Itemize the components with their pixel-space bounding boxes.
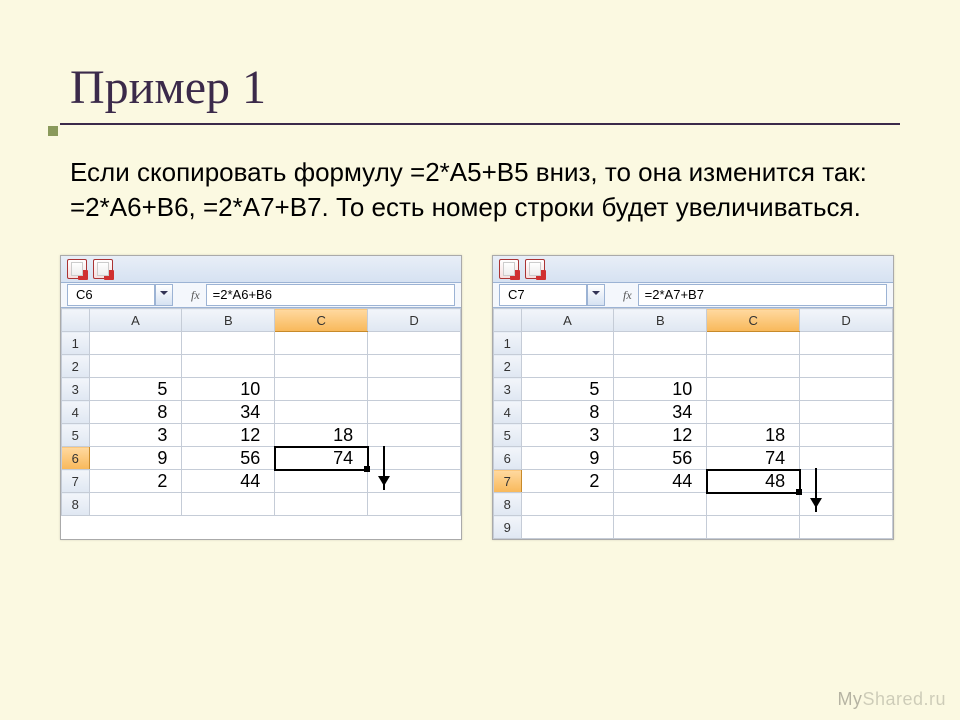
col-header[interactable]: B [614,309,707,332]
cell[interactable]: 8 [521,401,614,424]
title-rule [60,123,900,125]
cell[interactable]: 34 [614,401,707,424]
pdf-icon [93,259,113,279]
row-header[interactable]: 8 [62,493,90,516]
formula-input[interactable]: =2*A7+B7 [638,284,887,306]
spreadsheet-grid[interactable]: A B C D 1 2 3510 4834 531218 695674 7244… [61,308,461,516]
cell[interactable]: 44 [614,470,707,493]
slide-body-text: Если скопировать формулу =2*А5+В5 вниз, … [70,155,900,225]
watermark: MyShared.ru [837,689,946,710]
row-header[interactable]: 9 [494,516,522,539]
row-header[interactable]: 8 [494,493,522,516]
row-header-selected[interactable]: 7 [494,470,522,493]
down-arrow-icon [815,468,817,512]
cell[interactable]: 12 [614,424,707,447]
col-header[interactable]: A [521,309,614,332]
spreadsheet-grid[interactable]: A B C D 1 2 3510 4834 531218 695674 7244… [493,308,893,539]
cell[interactable]: 44 [182,470,275,493]
cell[interactable]: 2 [521,470,614,493]
name-box-dropdown[interactable] [155,284,173,306]
row-header[interactable]: 3 [62,378,90,401]
cell[interactable]: 10 [182,378,275,401]
cell[interactable]: 5 [89,378,182,401]
selected-cell[interactable]: 74 [275,447,368,470]
row-header[interactable]: 2 [62,355,90,378]
down-arrow-icon [383,446,385,490]
pdf-icon [525,259,545,279]
col-header[interactable]: B [182,309,275,332]
row-header[interactable]: 5 [494,424,522,447]
col-header-selected[interactable]: C [707,309,800,332]
row-header[interactable]: 5 [62,424,90,447]
row-header[interactable]: 1 [494,332,522,355]
row-header[interactable]: 4 [62,401,90,424]
row-header[interactable]: 6 [494,447,522,470]
selected-cell[interactable]: 48 [707,470,800,493]
formula-input[interactable]: =2*A6+B6 [206,284,455,306]
excel-toolbar [493,256,893,283]
fx-label[interactable]: fx [191,288,200,303]
cell[interactable]: 74 [707,447,800,470]
watermark-right: Shared.ru [862,689,946,709]
cell[interactable]: 56 [182,447,275,470]
cell[interactable]: 9 [521,447,614,470]
cell[interactable]: 34 [182,401,275,424]
cell[interactable]: 3 [89,424,182,447]
select-all-cell[interactable] [62,309,90,332]
row-header[interactable]: 2 [494,355,522,378]
cell[interactable]: 10 [614,378,707,401]
cell[interactable]: 8 [89,401,182,424]
row-header[interactable]: 1 [62,332,90,355]
cell[interactable]: 5 [521,378,614,401]
cell[interactable]: 56 [614,447,707,470]
row-header[interactable]: 4 [494,401,522,424]
cell[interactable]: 2 [89,470,182,493]
row-header[interactable]: 7 [62,470,90,493]
row-header-selected[interactable]: 6 [62,447,90,470]
col-header-selected[interactable]: C [275,309,368,332]
watermark-left: My [837,689,862,709]
cell[interactable]: 3 [521,424,614,447]
col-header[interactable]: A [89,309,182,332]
name-box[interactable]: C7 [499,284,587,306]
cell[interactable]: 18 [275,424,368,447]
cell[interactable]: 18 [707,424,800,447]
col-header[interactable]: D [368,309,461,332]
name-box-dropdown[interactable] [587,284,605,306]
select-all-cell[interactable] [494,309,522,332]
formula-bar: C6 fx =2*A6+B6 [61,283,461,308]
slide-title: Пример 1 [70,60,910,115]
excel-screenshot-left: C6 fx =2*A6+B6 A B C D 1 2 3510 4834 531… [60,255,462,540]
col-header[interactable]: D [800,309,893,332]
pdf-icon [499,259,519,279]
pdf-icon [67,259,87,279]
name-box[interactable]: C6 [67,284,155,306]
formula-bar: C7 fx =2*A7+B7 [493,283,893,308]
cell[interactable]: 9 [89,447,182,470]
excel-screenshot-right: C7 fx =2*A7+B7 A B C D 1 2 3510 4834 531… [492,255,894,540]
excel-toolbar [61,256,461,283]
row-header[interactable]: 3 [494,378,522,401]
cell[interactable]: 12 [182,424,275,447]
bullet-icon [48,126,58,136]
fx-label[interactable]: fx [623,288,632,303]
